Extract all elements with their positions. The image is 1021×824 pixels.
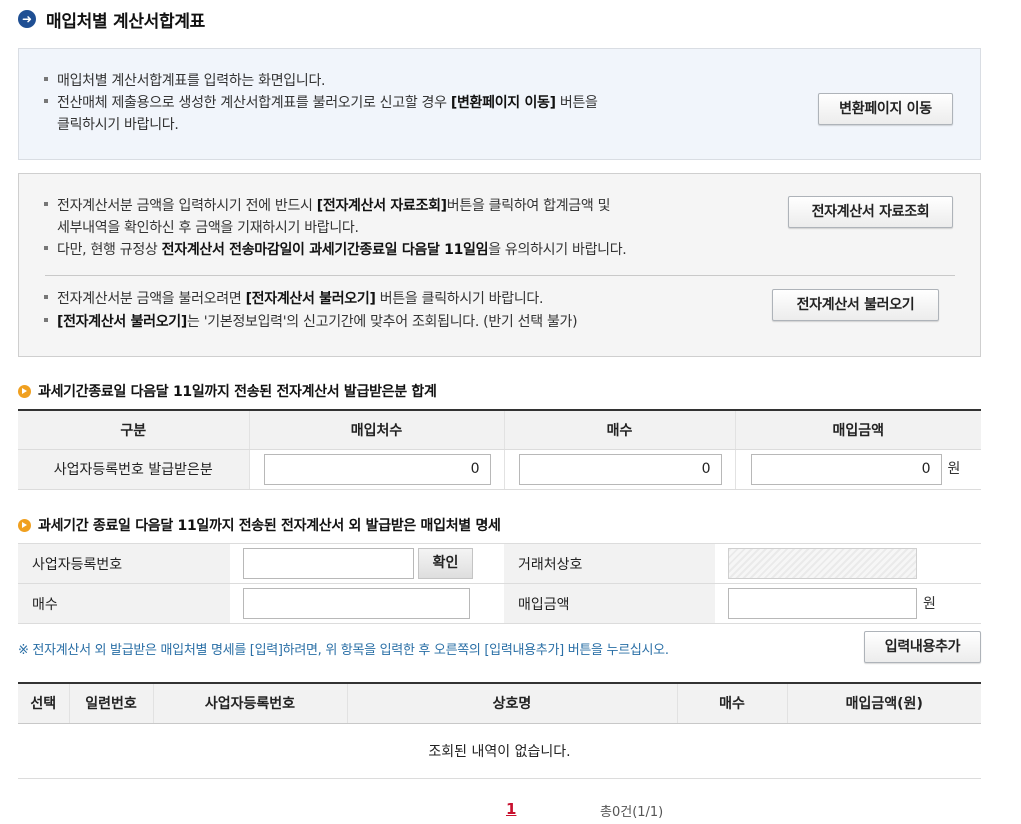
info-line: 전자계산서분 금액을 입력하시기 전에 반드시 [전자계산서 자료조회]버튼을 …	[44, 195, 611, 217]
bullet-icon	[44, 77, 48, 81]
section-title: 과세기간종료일 다음달 11일까지 전송된 전자계산서 발급받은분 합계	[38, 384, 437, 400]
arrow-right-circle-icon: ➜	[18, 10, 36, 28]
page-title: ➜ 매입처별 계산서합계표	[18, 8, 206, 32]
info-text-bold: [전자계산서 불러오기]	[245, 291, 376, 307]
bullet-icon	[44, 246, 48, 250]
page-title-text: 매입처별 계산서합계표	[46, 11, 206, 32]
orange-arrow-icon	[18, 384, 31, 398]
column-header: 매입금액	[734, 410, 981, 450]
info-line: 클릭하시기 바랍니다.	[57, 114, 179, 136]
info-line: [전자계산서 불러오기]는 '기본정보입력'의 신고기간에 맞추어 조회됩니다.…	[44, 311, 578, 333]
amount-input[interactable]	[728, 588, 917, 619]
column-header: 사업자등록번호	[152, 683, 347, 724]
info-line: 매입처별 계산서합계표를 입력하는 화면입니다.	[44, 70, 326, 92]
add-entry-button[interactable]: 입력내용추가	[864, 631, 981, 663]
form-row: 사업자등록번호 확인 거래처상호	[18, 543, 981, 584]
biz-no-input[interactable]	[243, 548, 414, 579]
trade-name-readonly-field	[728, 548, 917, 579]
info-line: 전자계산서분 금액을 불러오려면 [전자계산서 불러오기] 버튼을 클릭하시기 …	[44, 288, 543, 310]
e-invoice-inquiry-button[interactable]: 전자계산서 자료조회	[788, 196, 953, 228]
column-header: 상호명	[346, 683, 677, 724]
go-conversion-page-button[interactable]: 변환페이지 이동	[818, 93, 953, 125]
trade-name-label: 거래처상호	[504, 543, 715, 584]
page-link-current[interactable]: 1	[506, 800, 516, 818]
info-line: 전산매체 제출용으로 생성한 계산서합계표를 불러오기로 신고할 경우 [변환페…	[44, 92, 598, 114]
bullet-icon	[44, 99, 48, 103]
conversion-info-box: 매입처별 계산서합계표를 입력하는 화면입니다. 전산매체 제출용으로 생성한 …	[18, 48, 981, 160]
empty-row: 조회된 내역이 없습니다.	[18, 723, 981, 779]
orange-arrow-icon	[18, 518, 31, 532]
info-line: 세부내역을 확인하신 후 금액을 기재하시기 바랍니다.	[57, 217, 359, 239]
info-text: 전산매체 제출용으로 생성한 계산서합계표를 불러오기로 신고할 경우	[57, 95, 451, 111]
info-text: 전자계산서분 금액을 불러오려면	[57, 291, 246, 307]
section-heading: 과세기간 종료일 다음달 11일까지 전송된 전자계산서 외 발급받은 매입처별…	[18, 515, 501, 535]
info-text-bold: [변환페이지 이동]	[450, 95, 556, 111]
divider	[45, 275, 955, 276]
info-text: 다만, 현행 규정상	[57, 242, 162, 258]
purchase-detail-list: 선택 일련번호 사업자등록번호 상호명 매수 매입금액(원) 조회된 내역이 없…	[18, 682, 981, 779]
info-text: 을 유의하시기 바랍니다.	[488, 242, 627, 258]
info-text: 클릭하시기 바랍니다.	[57, 117, 179, 133]
column-header: 매수	[676, 683, 787, 724]
info-text: 버튼을 클릭하시기 바랍니다.	[375, 291, 544, 307]
column-header: 매수	[503, 410, 735, 450]
unit-label: 원	[923, 595, 936, 612]
e-invoice-info-box: 전자계산서분 금액을 입력하시기 전에 반드시 [전자계산서 자료조회]버튼을 …	[18, 173, 981, 357]
info-text-bold: [전자계산서 불러오기]	[57, 314, 187, 330]
unit-label: 원	[947, 461, 961, 477]
total-count: 총0건(1/1)	[600, 805, 664, 820]
table-row: 사업자등록번호 발급받은분 0 0 0원	[18, 449, 981, 490]
info-text: 는 '기본정보입력'의 신고기간에 맞추어 조회됩니다. (반기 선택 불가)	[187, 314, 578, 330]
info-text: 전자계산서분 금액을 입력하시기 전에 반드시	[57, 198, 317, 214]
biz-no-label: 사업자등록번호	[18, 543, 230, 584]
trade-name-cell	[715, 543, 981, 584]
entry-note: ※ 전자계산서 외 발급받은 매입처별 명세를 [입력]하려면, 위 항목을 입…	[18, 643, 669, 658]
info-text: 버튼을	[555, 95, 598, 111]
column-header: 구분	[18, 410, 249, 450]
row-label: 사업자등록번호 발급받은분	[18, 449, 249, 490]
count-label: 매수	[18, 583, 230, 624]
table-header-row: 선택 일련번호 사업자등록번호 상호명 매수 매입금액(원)	[18, 683, 981, 724]
count-input[interactable]	[243, 588, 470, 619]
sheet-count-cell: 0	[503, 449, 735, 490]
column-header: 일련번호	[68, 683, 153, 724]
count-cell	[230, 583, 504, 624]
column-header: 매입처수	[248, 410, 504, 450]
info-text-bold: 전자계산서 전송마감일이 과세기간종료일 다음달 11일임	[161, 242, 489, 258]
bullet-icon	[44, 318, 48, 322]
amount-cell: 0원	[734, 449, 981, 490]
info-text: 세부내역을 확인하신 후 금액을 기재하시기 바랍니다.	[57, 220, 359, 236]
e-invoice-summary-table: 구분 매입처수 매수 매입금액 사업자등록번호 발급받은분 0 0 0원	[18, 409, 981, 490]
purchase-amount-field[interactable]: 0	[750, 453, 942, 485]
purchase-entry-form: 사업자등록번호 확인 거래처상호 매수 매입금액 원	[18, 543, 981, 624]
table-header-row: 구분 매입처수 매수 매입금액	[18, 410, 981, 450]
info-line: 다만, 현행 규정상 전자계산서 전송마감일이 과세기간종료일 다음달 11일임…	[44, 239, 627, 261]
column-header: 선택	[18, 683, 69, 724]
form-row: 매수 매입금액 원	[18, 583, 981, 624]
info-text: 버튼을 클릭하여 합계금액 및	[446, 198, 611, 214]
empty-message: 조회된 내역이 없습니다.	[18, 723, 981, 779]
biz-no-cell: 확인	[230, 543, 504, 584]
buyer-count-field[interactable]: 0	[263, 453, 491, 485]
info-text: 매입처별 계산서합계표를 입력하는 화면입니다.	[57, 73, 326, 89]
load-e-invoice-button[interactable]: 전자계산서 불러오기	[772, 289, 939, 321]
column-header: 매입금액(원)	[786, 683, 981, 724]
section-title: 과세기간 종료일 다음달 11일까지 전송된 전자계산서 외 발급받은 매입처별…	[38, 518, 501, 534]
sheet-count-field[interactable]: 0	[518, 453, 722, 485]
bullet-icon	[44, 202, 48, 206]
section-heading: 과세기간종료일 다음달 11일까지 전송된 전자계산서 발급받은분 합계	[18, 381, 437, 401]
bullet-icon	[44, 295, 48, 299]
amount-label: 매입금액	[504, 583, 715, 624]
confirm-button[interactable]: 확인	[418, 548, 473, 579]
buyer-count-cell: 0	[248, 449, 504, 490]
info-text-bold: [전자계산서 자료조회]	[316, 198, 447, 214]
amount-cell: 원	[715, 583, 981, 624]
